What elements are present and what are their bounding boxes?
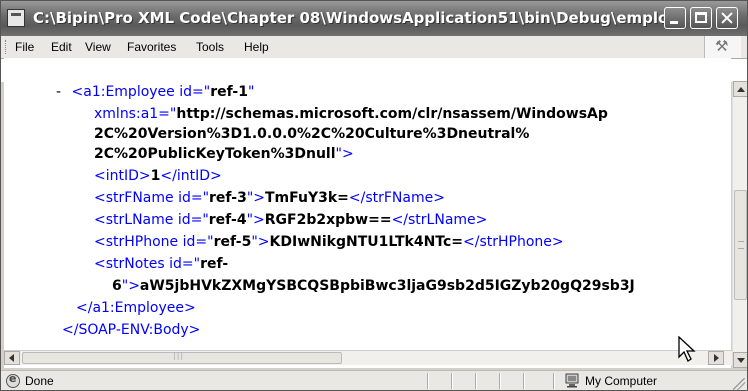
xml-attr-value: 2C%20Version%3D1.0.0.0%2C%20Culture%3Dne… (94, 126, 530, 142)
xml-tag: </SOAP-ENV:Body> (62, 322, 201, 338)
xml-tag: </strHPhone> (463, 234, 564, 250)
ie-page-icon (6, 372, 20, 388)
xml-line-employee-open: - <a1:Employee id="ref-1" (56, 84, 254, 100)
resize-grip[interactable] (733, 378, 745, 390)
toolbar-grip[interactable] (5, 40, 8, 54)
collapse-toggle[interactable]: - (56, 84, 61, 100)
status-text: Done (25, 374, 54, 388)
xml-attr-value: ref- (200, 256, 229, 272)
xml-attr-value: ref-5 (213, 234, 252, 250)
scroll-down-button[interactable] (733, 352, 747, 368)
xml-tag: "> (335, 146, 354, 162)
xml-line-lname: <strLName id="ref-4">RGF2b2xpbw==</strLN… (94, 212, 487, 228)
vertical-scrollbar[interactable] (732, 81, 747, 368)
xml-line-xmlns-cont2: 2C%20PublicKeyToken%3Dnull"> (94, 146, 354, 162)
xml-tag: "> (246, 212, 265, 228)
xml-attr-value: ref-4 (208, 212, 247, 228)
xml-attr-value: http://schemas.microsoft.com/clr/nsassem… (176, 106, 608, 122)
xml-line-hphone: <strHPhone id="ref-5">KDIwNikgNTU1LTk4NT… (94, 234, 564, 250)
menu-view[interactable]: View (85, 40, 111, 54)
xml-content[interactable]: - <a1:Employee id="ref-1" xmlns:a1="http… (4, 58, 731, 368)
xml-tag: " (247, 84, 255, 100)
status-separator (427, 373, 429, 389)
xml-line-notes: <strNotes id="ref- (94, 256, 228, 272)
xml-attr-value: 6 (112, 278, 122, 294)
my-computer-icon (565, 373, 579, 388)
xml-tag: <strNotes id=" (94, 256, 201, 272)
status-separator (451, 373, 453, 389)
menu-bar: File Edit View Favorites Tools Help (1, 36, 747, 59)
xml-line-fname: <strFName id="ref-3">TmFuY3k=</strFName> (94, 190, 445, 206)
xml-tag: "> (121, 278, 140, 294)
browser-window: C:\Bipin\Pro XML Code\Chapter 08\Windows… (0, 0, 748, 391)
xml-tag: "> (246, 190, 265, 206)
security-zone-text: My Computer (585, 374, 658, 388)
xml-line-employee-close: </a1:Employee> (76, 300, 196, 316)
xml-line-notes-cont: 6">aW5jbHVkZXMgYSBCQSBpbiBwc3ljaG9sb2d5I… (112, 278, 635, 294)
xml-attr-value: ref-1 (210, 84, 248, 100)
xml-tag: </strLName> (391, 212, 488, 228)
xml-tag: "> (251, 234, 270, 250)
xml-text: KDIwNikgNTU1LTk4NTc= (269, 234, 464, 250)
ie-document-icon (7, 9, 25, 27)
status-separator (523, 373, 525, 389)
xml-tag: <strFName id=" (94, 190, 210, 206)
xml-line-xmlns: xmlns:a1="http://schemas.microsoft.com/c… (94, 106, 608, 122)
status-separator (475, 373, 477, 389)
close-button[interactable] (716, 7, 738, 29)
xml-tag: <strHPhone id=" (94, 234, 214, 250)
xml-tag: </strFName> (348, 190, 445, 206)
xml-line-xmlns-cont: 2C%20Version%3D1.0.0.0%2C%20Culture%3Dne… (94, 126, 529, 142)
status-separator (553, 373, 555, 389)
menu-file[interactable]: File (15, 40, 34, 54)
maximize-button[interactable] (690, 7, 712, 29)
xml-tag: <intID> (94, 168, 151, 184)
xml-tag: <strLName id=" (94, 212, 209, 228)
windows-flag-icon (704, 36, 741, 58)
status-bar: Done My Computer (1, 370, 747, 390)
scroll-left-button[interactable] (4, 351, 20, 365)
xml-text: TmFuY3k= (265, 190, 349, 206)
xml-tag: <a1:Employee id=" (71, 84, 211, 100)
menu-tools[interactable]: Tools (196, 40, 224, 54)
xml-text: aW5jbHVkZXMgYSBCQSBpbiBwc3ljaG9sb2d5IGZy… (139, 278, 635, 294)
xml-line-body-close: </SOAP-ENV:Body> (62, 322, 200, 338)
menu-favorites[interactable]: Favorites (127, 40, 176, 54)
minimize-button[interactable] (664, 7, 686, 29)
xml-text: RGF2b2xpbw== (264, 212, 392, 228)
xml-line-intid: <intID>1</intID> (94, 168, 222, 184)
menu-help[interactable]: Help (244, 40, 269, 54)
xml-attr: xmlns:a1=" (94, 106, 177, 122)
status-separator (499, 373, 501, 389)
scroll-up-button[interactable] (733, 81, 747, 97)
xml-tag: </a1:Employee> (76, 300, 196, 316)
xml-tag: </intID> (160, 168, 222, 184)
xml-attr-value: ref-3 (209, 190, 247, 206)
horizontal-scrollbar[interactable] (4, 350, 732, 365)
vertical-scroll-thumb[interactable] (734, 190, 747, 300)
mouse-pointer-icon (678, 336, 696, 362)
title-bar[interactable]: C:\Bipin\Pro XML Code\Chapter 08\Windows… (1, 1, 747, 36)
window-title: C:\Bipin\Pro XML Code\Chapter 08\Windows… (33, 9, 686, 27)
menu-edit[interactable]: Edit (51, 40, 72, 54)
xml-attr-value: 2C%20PublicKeyToken%3Dnull (94, 146, 336, 162)
xml-text: 1 (150, 168, 161, 184)
horizontal-scroll-thumb[interactable] (22, 351, 342, 364)
scroll-right-button[interactable] (708, 351, 724, 365)
